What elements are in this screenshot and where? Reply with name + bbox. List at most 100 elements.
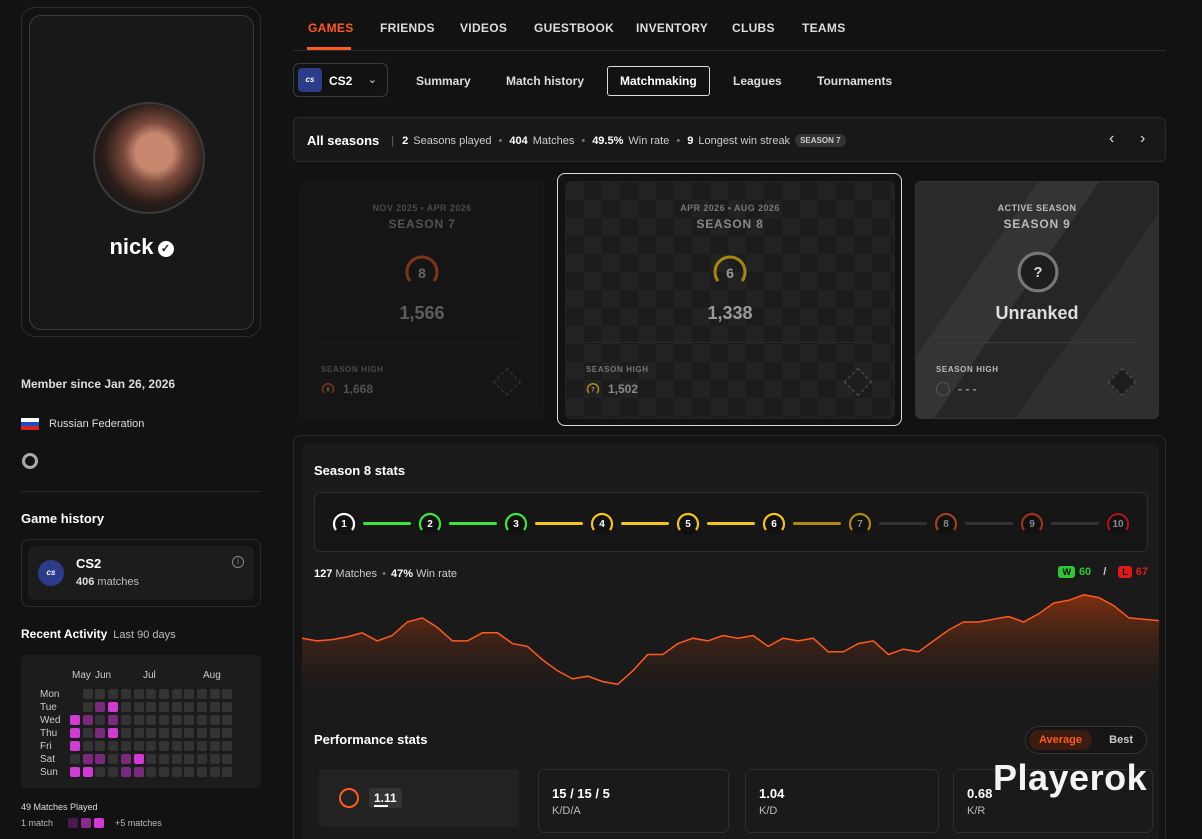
heatmap-cell[interactable] bbox=[209, 702, 220, 712]
subtab-leagues[interactable]: Leagues bbox=[733, 74, 782, 88]
game-history-item[interactable]: cs CS2 406 matches i bbox=[28, 546, 254, 600]
season-card-8[interactable]: APR 2026 • AUG 2026 SEASON 8 6 1,338 SEA… bbox=[565, 181, 895, 419]
subtab-matchmaking[interactable]: Matchmaking bbox=[607, 66, 710, 96]
heatmap-cell[interactable] bbox=[171, 689, 182, 699]
heatmap-cell[interactable] bbox=[197, 689, 207, 699]
heatmap-cell[interactable] bbox=[184, 728, 195, 738]
heatmap-cell[interactable] bbox=[158, 728, 169, 738]
heatmap-cell[interactable] bbox=[209, 754, 220, 764]
heatmap-cell[interactable] bbox=[209, 715, 220, 725]
heatmap-cell[interactable] bbox=[171, 754, 182, 764]
heatmap-cell[interactable] bbox=[209, 689, 220, 699]
heatmap-cell[interactable] bbox=[82, 689, 93, 699]
heatmap-cell[interactable] bbox=[120, 741, 131, 751]
heatmap-cell[interactable] bbox=[120, 715, 131, 725]
heatmap-cell[interactable] bbox=[184, 767, 195, 777]
steam-icon[interactable] bbox=[22, 453, 38, 469]
chevron-right-icon[interactable]: › bbox=[1140, 130, 1145, 148]
heatmap-cell[interactable] bbox=[133, 702, 144, 712]
game-history-card[interactable]: cs CS2 406 matches i bbox=[21, 539, 261, 607]
heatmap-cell[interactable] bbox=[197, 728, 207, 738]
heatmap-cell[interactable] bbox=[184, 741, 195, 751]
heatmap-cell[interactable] bbox=[70, 728, 80, 738]
heatmap-cell[interactable] bbox=[146, 689, 157, 699]
heatmap-cell[interactable] bbox=[108, 741, 119, 751]
heatmap-cell[interactable] bbox=[108, 702, 119, 712]
heatmap-cell[interactable] bbox=[222, 754, 233, 764]
tab-friends[interactable]: FRIENDS bbox=[380, 21, 435, 35]
heatmap-cell[interactable] bbox=[133, 715, 144, 725]
heatmap-cell[interactable] bbox=[95, 754, 106, 764]
heatmap-cell[interactable] bbox=[108, 689, 119, 699]
heatmap-cell[interactable] bbox=[95, 741, 106, 751]
heatmap-cell[interactable] bbox=[222, 767, 233, 777]
tab-inventory[interactable]: INVENTORY bbox=[636, 21, 708, 35]
heatmap-cell[interactable] bbox=[222, 741, 233, 751]
heatmap-cell[interactable] bbox=[70, 741, 80, 751]
heatmap-cell[interactable] bbox=[120, 728, 131, 738]
heatmap-cell[interactable] bbox=[197, 754, 207, 764]
heatmap-cell[interactable] bbox=[184, 754, 195, 764]
heatmap-cell[interactable] bbox=[146, 715, 157, 725]
heatmap-cell[interactable] bbox=[120, 702, 131, 712]
heatmap-cell[interactable] bbox=[95, 702, 106, 712]
heatmap-cell[interactable] bbox=[146, 754, 157, 764]
heatmap-cell[interactable] bbox=[209, 728, 220, 738]
average-best-toggle[interactable]: Average Best bbox=[1025, 726, 1147, 754]
heatmap-cell[interactable] bbox=[209, 767, 220, 777]
heatmap-cell[interactable] bbox=[82, 741, 93, 751]
heatmap-cell[interactable] bbox=[158, 754, 169, 764]
heatmap-cell[interactable] bbox=[209, 741, 220, 751]
heatmap-cell[interactable] bbox=[158, 715, 169, 725]
heatmap-cell[interactable] bbox=[197, 702, 207, 712]
heatmap-cell[interactable] bbox=[133, 754, 144, 764]
heatmap-cell[interactable] bbox=[95, 689, 106, 699]
tab-clubs[interactable]: CLUBS bbox=[732, 21, 775, 35]
heatmap-cell[interactable] bbox=[70, 754, 80, 764]
heatmap-cell[interactable] bbox=[120, 754, 131, 764]
heatmap-cell[interactable] bbox=[184, 702, 195, 712]
heatmap-cell[interactable] bbox=[133, 689, 144, 699]
heatmap-cell[interactable] bbox=[95, 728, 106, 738]
heatmap-cell[interactable] bbox=[120, 689, 131, 699]
tab-videos[interactable]: VIDEOS bbox=[460, 21, 507, 35]
toggle-average[interactable]: Average bbox=[1029, 730, 1093, 750]
heatmap-cell[interactable] bbox=[82, 728, 93, 738]
heatmap-cell[interactable] bbox=[222, 702, 233, 712]
heatmap-cell[interactable] bbox=[197, 741, 207, 751]
heatmap-cell[interactable] bbox=[184, 715, 195, 725]
season-card-7[interactable]: NOV 2025 • APR 2026 SEASON 7 8 1,566 SEA… bbox=[300, 181, 544, 419]
subtab-summary[interactable]: Summary bbox=[416, 74, 471, 88]
heatmap-cell[interactable] bbox=[222, 715, 233, 725]
heatmap-cell[interactable] bbox=[158, 702, 169, 712]
heatmap-cell[interactable] bbox=[133, 728, 144, 738]
heatmap-cell[interactable] bbox=[158, 741, 169, 751]
heatmap-cell[interactable] bbox=[146, 767, 157, 777]
season-card-9[interactable]: ACTIVE SEASON SEASON 9 ? Unranked SEASON… bbox=[915, 181, 1159, 419]
heatmap-cell[interactable] bbox=[146, 728, 157, 738]
heatmap-cell[interactable] bbox=[120, 767, 131, 777]
heatmap-cell[interactable] bbox=[184, 689, 195, 699]
heatmap-cell[interactable] bbox=[82, 767, 93, 777]
heatmap-cell[interactable] bbox=[108, 767, 119, 777]
heatmap-cell[interactable] bbox=[133, 767, 144, 777]
heatmap-cell[interactable] bbox=[82, 754, 93, 764]
tab-guestbook[interactable]: GUESTBOOK bbox=[534, 21, 614, 35]
heatmap-cell[interactable] bbox=[108, 715, 119, 725]
heatmap-cell[interactable] bbox=[158, 689, 169, 699]
heatmap-cell[interactable] bbox=[133, 741, 144, 751]
subtab-tournaments[interactable]: Tournaments bbox=[817, 74, 892, 88]
heatmap-cell[interactable] bbox=[158, 767, 169, 777]
heatmap-cell[interactable] bbox=[222, 728, 233, 738]
heatmap-cell[interactable] bbox=[222, 689, 233, 699]
heatmap-cell[interactable] bbox=[171, 767, 182, 777]
heatmap-cell[interactable] bbox=[95, 767, 106, 777]
info-icon[interactable]: i bbox=[232, 556, 244, 568]
heatmap-cell[interactable] bbox=[82, 715, 93, 725]
heatmap-cell[interactable] bbox=[70, 767, 80, 777]
chevron-left-icon[interactable]: ‹ bbox=[1109, 130, 1114, 148]
heatmap-cell[interactable] bbox=[146, 741, 157, 751]
heatmap-cell[interactable] bbox=[146, 702, 157, 712]
heatmap-cell[interactable] bbox=[171, 715, 182, 725]
toggle-best[interactable]: Best bbox=[1099, 730, 1143, 750]
